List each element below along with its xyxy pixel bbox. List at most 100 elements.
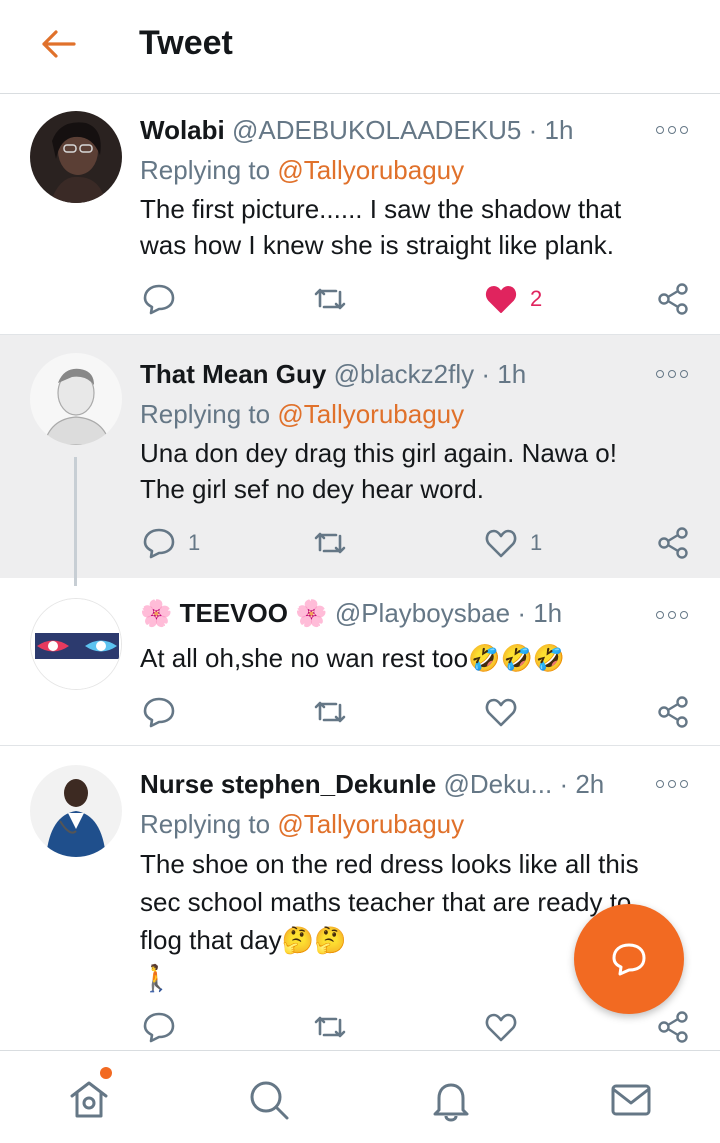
nav-messages[interactable]	[608, 1077, 654, 1123]
share-button[interactable]	[656, 692, 690, 732]
tweet-item[interactable]: 🌸 TEEVOO 🌸 @Playboysbae · 1h At all oh,s…	[0, 578, 720, 746]
speech-bubble-icon	[143, 528, 175, 559]
thinking-emoji: 🤔🤔	[281, 926, 347, 956]
tweet-item[interactable]: Wolabi @ADEBUKOLAADEKU5 · 1h Replying to…	[0, 95, 720, 335]
like-button[interactable]	[484, 692, 518, 732]
avatar[interactable]	[30, 765, 122, 857]
heart-icon	[485, 698, 517, 727]
flower-emoji: 🌸	[295, 599, 328, 629]
reply-button[interactable]: 1	[142, 523, 200, 563]
tweet-line: The shoe on the red dress looks like all…	[140, 849, 639, 879]
tweet-line: The girl sef no dey hear word.	[140, 474, 484, 504]
retweet-button[interactable]	[312, 523, 348, 563]
flower-emoji: 🌸	[140, 599, 173, 629]
tweet-meta: Wolabi @ADEBUKOLAADEKU5 · 1h	[140, 115, 630, 146]
reply-button[interactable]	[142, 1007, 176, 1047]
tweet-text: Una don dey drag this girl again. Nawa o…	[140, 435, 700, 507]
share-icon	[658, 1011, 688, 1043]
back-button[interactable]	[36, 24, 80, 64]
tweet-line: Una don dey drag this girl again. Nawa o…	[140, 438, 617, 468]
bottom-nav	[0, 1050, 720, 1143]
speech-bubble-icon	[143, 1012, 175, 1043]
replying-label: Replying to	[140, 809, 278, 839]
user-handle[interactable]: @Deku...	[443, 769, 552, 799]
reply-count: 1	[188, 530, 201, 555]
retweet-button[interactable]	[312, 279, 348, 319]
more-dots-icon[interactable]	[656, 123, 688, 137]
compose-reply-icon	[612, 943, 646, 976]
replying-to: Replying to @Tallyorubaguy	[140, 809, 464, 840]
more-dots-icon[interactable]	[656, 367, 688, 381]
nav-home[interactable]	[66, 1077, 112, 1123]
tweet-actions: 2	[0, 279, 720, 319]
like-button[interactable]: 2	[484, 279, 542, 319]
top-bar: Tweet	[0, 0, 720, 94]
mail-icon	[611, 1084, 651, 1116]
notification-dot	[100, 1067, 112, 1079]
share-button[interactable]	[656, 1007, 690, 1047]
user-name[interactable]: That Mean Guy	[140, 359, 326, 389]
share-button[interactable]	[656, 523, 690, 563]
tweet-actions	[0, 1007, 720, 1047]
like-count: 1	[530, 530, 543, 555]
home-icon	[70, 1081, 108, 1118]
user-handle[interactable]: @ADEBUKOLAADEKU5	[232, 115, 521, 145]
avatar[interactable]	[30, 353, 122, 445]
share-icon	[658, 527, 688, 559]
reply-mention-link[interactable]: @Tallyorubaguy	[277, 155, 464, 185]
reply-mention-link[interactable]: @Tallyorubaguy	[277, 809, 464, 839]
tweet-actions: 1 1	[0, 523, 720, 563]
heart-icon	[485, 1013, 517, 1042]
speech-bubble-icon	[143, 284, 175, 315]
heart-icon	[485, 286, 517, 313]
reply-fab-button[interactable]	[574, 904, 684, 1014]
replying-label: Replying to	[140, 399, 278, 429]
more-dots-icon[interactable]	[656, 777, 688, 791]
user-name[interactable]: Nurse stephen_Dekunle	[140, 769, 436, 799]
thread-line	[74, 578, 77, 586]
reply-button[interactable]	[142, 692, 176, 732]
tweet-line-text: At all oh,she no wan rest too	[140, 643, 469, 673]
avatar[interactable]	[30, 111, 122, 203]
replying-label: Replying to	[140, 155, 278, 185]
share-button[interactable]	[656, 279, 690, 319]
heart-icon	[485, 529, 517, 558]
user-handle[interactable]: @blackz2fly	[334, 359, 475, 389]
arrow-left-icon	[42, 30, 76, 58]
user-name[interactable]: TEEVOO	[180, 598, 288, 628]
tweet-item[interactable]: That Mean Guy @blackz2fly · 1h Replying …	[0, 335, 720, 578]
retweet-icon	[314, 288, 346, 310]
tweet-line: was how I knew she is straight like plan…	[140, 230, 614, 260]
tweet-time: · 1h	[517, 598, 563, 628]
tweet-meta: 🌸 TEEVOO 🌸 @Playboysbae · 1h	[140, 598, 630, 629]
like-count: 2	[530, 286, 543, 311]
more-dots-icon[interactable]	[656, 608, 688, 622]
avatar[interactable]	[30, 598, 122, 690]
reply-button[interactable]	[142, 279, 176, 319]
reply-mention-link[interactable]: @Tallyorubaguy	[277, 399, 464, 429]
user-handle[interactable]: @Playboysbae	[335, 598, 510, 628]
like-button[interactable]: 1	[484, 523, 542, 563]
replying-to: Replying to @Tallyorubaguy	[140, 399, 464, 430]
tweet-time: · 2h	[559, 769, 605, 799]
tweet-line-text: flog that day	[140, 925, 282, 955]
retweet-icon	[314, 532, 346, 554]
tweet-actions	[0, 692, 720, 732]
retweet-icon	[314, 701, 346, 723]
tweet-time: · 1h	[481, 359, 527, 389]
nav-search[interactable]	[246, 1077, 292, 1123]
nav-notifications[interactable]	[428, 1077, 474, 1123]
like-button[interactable]	[484, 1007, 518, 1047]
retweet-button[interactable]	[312, 692, 348, 732]
share-icon	[658, 283, 688, 315]
retweet-icon	[314, 1016, 346, 1038]
retweet-button[interactable]	[312, 1007, 348, 1047]
tweet-time: · 1h	[528, 115, 574, 145]
user-name[interactable]: Wolabi	[140, 115, 225, 145]
search-icon	[250, 1081, 289, 1120]
share-icon	[658, 696, 688, 728]
tweet-line: The first picture...... I saw the shadow…	[140, 194, 622, 224]
speech-bubble-icon	[143, 697, 175, 728]
tweet-line: At all oh,she no wan rest too🤣🤣🤣	[140, 640, 700, 677]
tweet-text: At all oh,she no wan rest too🤣🤣🤣	[140, 640, 700, 677]
